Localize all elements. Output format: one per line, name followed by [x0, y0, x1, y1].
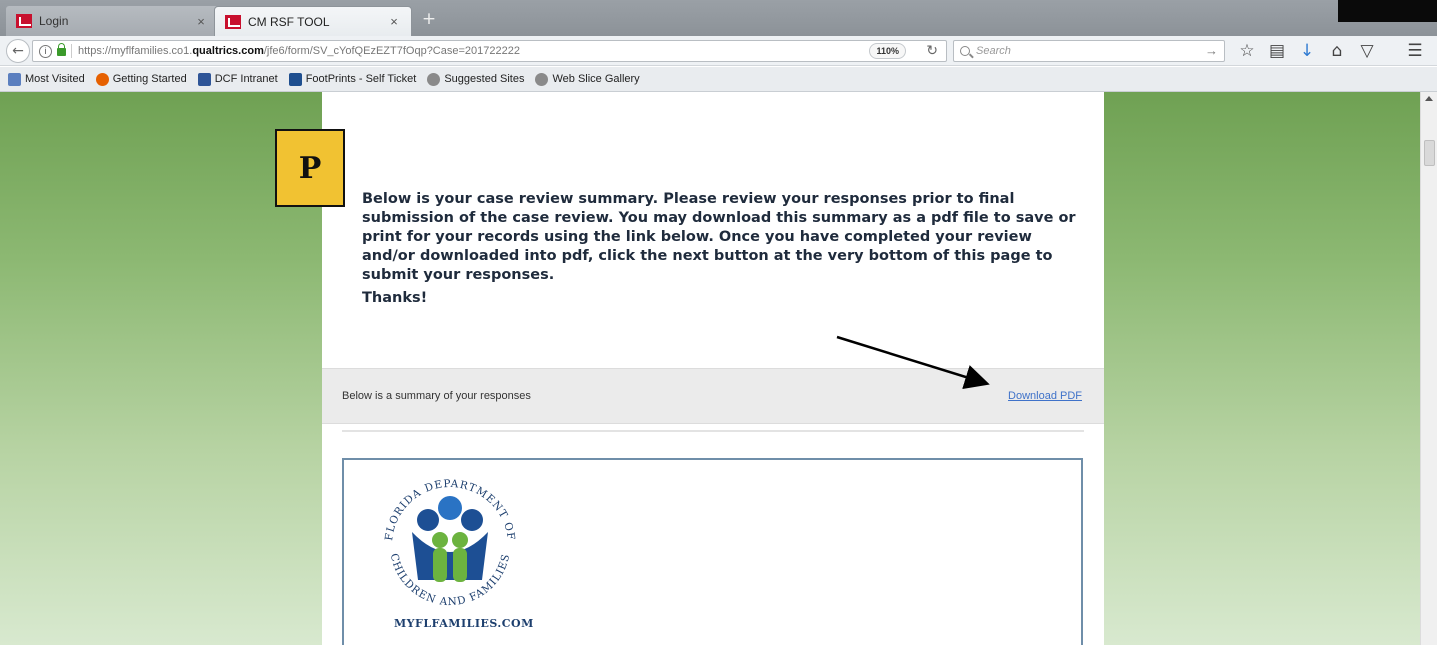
page-viewport: Below is your case review summary. Pleas…: [0, 92, 1420, 645]
qualtrics-favicon-icon: [225, 14, 241, 29]
divider: [342, 430, 1084, 432]
bookmark-label: Suggested Sites: [444, 73, 525, 85]
summary-header: Below is a summary of your responses Dow…: [322, 368, 1104, 424]
scroll-thumb[interactable]: [1424, 140, 1435, 166]
url-text[interactable]: https://myflfamilies.co1.qualtrics.com/j…: [78, 45, 946, 57]
bookmark-most-visited[interactable]: Most Visited: [8, 72, 85, 86]
scroll-up-icon[interactable]: [1425, 96, 1433, 101]
summary-document-frame: FLORIDA DEPARTMENT OF CHILDREN AND FAMIL…: [342, 458, 1083, 645]
tab-label: CM RSF TOOL: [248, 14, 330, 29]
download-pdf-link[interactable]: Download PDF: [1008, 390, 1082, 402]
survey-page: Below is your case review summary. Pleas…: [322, 92, 1104, 645]
folder-icon: [8, 72, 21, 86]
home-icon[interactable]: ⌂: [1326, 41, 1348, 61]
reading-list-icon[interactable]: ▤: [1266, 41, 1288, 61]
reload-icon[interactable]: ↻: [926, 42, 938, 59]
info-icon[interactable]: i: [39, 44, 52, 58]
lock-icon: [57, 43, 66, 56]
download-icon[interactable]: ↓: [1296, 41, 1318, 61]
close-tab-icon[interactable]: ×: [387, 14, 401, 29]
tab-label: Login: [39, 14, 69, 28]
globe-icon: [427, 72, 441, 86]
search-placeholder: Search: [976, 45, 1011, 57]
bookmark-web-slice-gallery[interactable]: Web Slice Gallery: [535, 72, 640, 86]
close-tab-icon[interactable]: ×: [194, 14, 208, 29]
bookmark-label: Getting Started: [112, 73, 187, 85]
url-separator: [71, 44, 72, 58]
thanks-text: Thanks!: [362, 290, 428, 306]
window-controls-area: [1338, 0, 1437, 22]
tab-strip: Login × CM RSF TOOL × +: [0, 0, 1437, 36]
menu-icon[interactable]: ☰: [1404, 41, 1426, 61]
zoom-level-badge[interactable]: 110%: [869, 43, 906, 59]
tab-login[interactable]: Login ×: [6, 6, 218, 36]
dcf-logo: FLORIDA DEPARTMENT OF CHILDREN AND FAMIL…: [383, 478, 516, 608]
back-icon: ←: [12, 43, 24, 59]
bookmark-getting-started[interactable]: Getting Started: [95, 72, 187, 86]
search-icon: [960, 46, 970, 56]
footprints-icon: [288, 72, 302, 86]
bookmark-suggested-sites[interactable]: Suggested Sites: [427, 72, 525, 86]
navigation-bar: ← i https://myflfamilies.co1.qualtrics.c…: [0, 36, 1437, 66]
search-input[interactable]: Search →: [953, 40, 1225, 62]
vertical-scrollbar[interactable]: [1420, 92, 1437, 645]
bookmark-label: DCF Intranet: [214, 73, 278, 85]
url-bar[interactable]: i https://myflfamilies.co1.qualtrics.com…: [32, 40, 947, 62]
firefox-icon: [95, 72, 109, 86]
bookmarks-bar: Most Visited Getting Started DCF Intrane…: [0, 67, 1437, 92]
tab-cm-rsf-tool[interactable]: CM RSF TOOL ×: [214, 6, 412, 36]
bookmark-footprints[interactable]: FootPrints - Self Ticket: [288, 72, 417, 86]
pocket-icon[interactable]: ▽: [1356, 41, 1378, 61]
logo-caption: MYFLFAMILIES.COM: [394, 617, 534, 630]
summary-label: Below is a summary of your responses: [342, 390, 531, 402]
bookmark-label: Most Visited: [25, 73, 85, 85]
new-tab-button[interactable]: +: [418, 10, 440, 30]
arrow-right-icon[interactable]: →: [1205, 43, 1218, 58]
dcf-icon: [197, 72, 211, 86]
star-icon[interactable]: ☆: [1236, 41, 1258, 61]
bookmark-dcf-intranet[interactable]: DCF Intranet: [197, 72, 278, 86]
back-button[interactable]: ←: [6, 39, 30, 63]
bookmark-label: Web Slice Gallery: [552, 73, 640, 85]
intro-text: Below is your case review summary. Pleas…: [362, 191, 1076, 283]
bookmark-label: FootPrints - Self Ticket: [305, 73, 417, 85]
annotation-badge: P: [275, 129, 345, 207]
qualtrics-favicon-icon: [16, 14, 32, 28]
globe-icon: [535, 72, 549, 86]
